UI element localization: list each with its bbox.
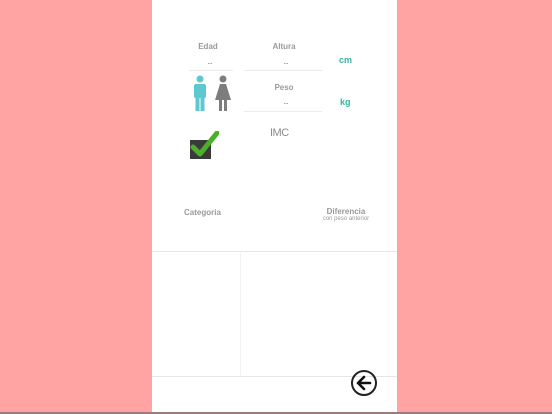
peso-input[interactable]: .. bbox=[264, 97, 308, 106]
diferencia-label: Diferencia bbox=[326, 207, 366, 216]
peso-label: Peso bbox=[274, 83, 294, 92]
edad-underline bbox=[189, 70, 233, 71]
edad-label: Edad bbox=[198, 42, 218, 51]
checkbox-checked-icon[interactable] bbox=[189, 131, 219, 161]
section-divider-top bbox=[152, 251, 397, 252]
arrow-left-icon bbox=[356, 375, 372, 391]
peso-underline bbox=[244, 111, 322, 112]
peso-unit: kg bbox=[340, 97, 351, 107]
diferencia-block: Diferencia con peso anterior bbox=[322, 207, 370, 223]
altura-input[interactable]: .. bbox=[264, 57, 308, 66]
female-person-icon[interactable] bbox=[213, 75, 233, 112]
altura-unit: cm bbox=[339, 55, 353, 65]
imc-label: IMC bbox=[270, 127, 289, 139]
altura-underline bbox=[244, 70, 322, 71]
categoria-label: Categoria bbox=[184, 208, 221, 217]
edad-input[interactable]: .. bbox=[190, 57, 230, 66]
diferencia-sublabel: con peso anterior bbox=[322, 216, 370, 222]
column-divider bbox=[240, 253, 241, 376]
male-person-icon[interactable] bbox=[192, 75, 208, 112]
altura-label: Altura bbox=[272, 42, 296, 51]
back-button[interactable] bbox=[351, 370, 377, 396]
